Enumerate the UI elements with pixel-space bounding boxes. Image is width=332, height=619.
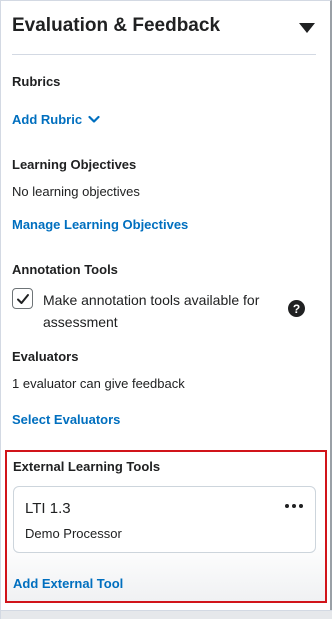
- annotation-tools-checkbox[interactable]: [12, 288, 33, 309]
- learning-objectives-heading: Learning Objectives: [12, 157, 137, 172]
- caret-down-icon[interactable]: [298, 22, 316, 34]
- external-learning-tools-section: External Learning Tools LTI 1.3 Demo Pro…: [5, 450, 327, 603]
- external-tool-name: LTI 1.3: [25, 500, 71, 517]
- evaluation-feedback-panel: Evaluation & Feedback Rubrics Add Rubric…: [0, 0, 332, 619]
- add-external-tool-link[interactable]: Add External Tool: [13, 576, 123, 591]
- evaluators-heading: Evaluators: [12, 349, 79, 364]
- rubrics-heading: Rubrics: [12, 74, 61, 89]
- checkmark-icon: [17, 294, 29, 304]
- external-tool-subtitle: Demo Processor: [25, 526, 122, 541]
- manage-learning-objectives-link[interactable]: Manage Learning Objectives: [12, 217, 188, 232]
- panel-bottom-edge: [1, 610, 332, 619]
- external-learning-tools-heading: External Learning Tools: [13, 459, 161, 474]
- chevron-down-icon: [88, 115, 100, 123]
- annotation-tools-option: Make annotation tools available for asse…: [12, 288, 312, 332]
- panel-title: Evaluation & Feedback: [12, 15, 221, 36]
- add-rubric-button[interactable]: Add Rubric: [12, 112, 100, 127]
- select-evaluators-link[interactable]: Select Evaluators: [12, 412, 120, 427]
- add-rubric-label: Add Rubric: [12, 112, 83, 127]
- svg-text:?: ?: [293, 302, 300, 316]
- annotation-tools-heading: Annotation Tools: [12, 262, 118, 277]
- annotation-tools-checkbox-label: Make annotation tools available for asse…: [43, 292, 260, 330]
- evaluators-status: 1 evaluator can give feedback: [12, 376, 185, 391]
- learning-objectives-status: No learning objectives: [12, 184, 140, 199]
- more-horizontal-icon[interactable]: [285, 499, 303, 513]
- help-circle-icon[interactable]: ?: [288, 300, 305, 317]
- panel-header: Evaluation & Feedback: [12, 15, 316, 55]
- external-tool-card[interactable]: LTI 1.3 Demo Processor: [13, 486, 316, 553]
